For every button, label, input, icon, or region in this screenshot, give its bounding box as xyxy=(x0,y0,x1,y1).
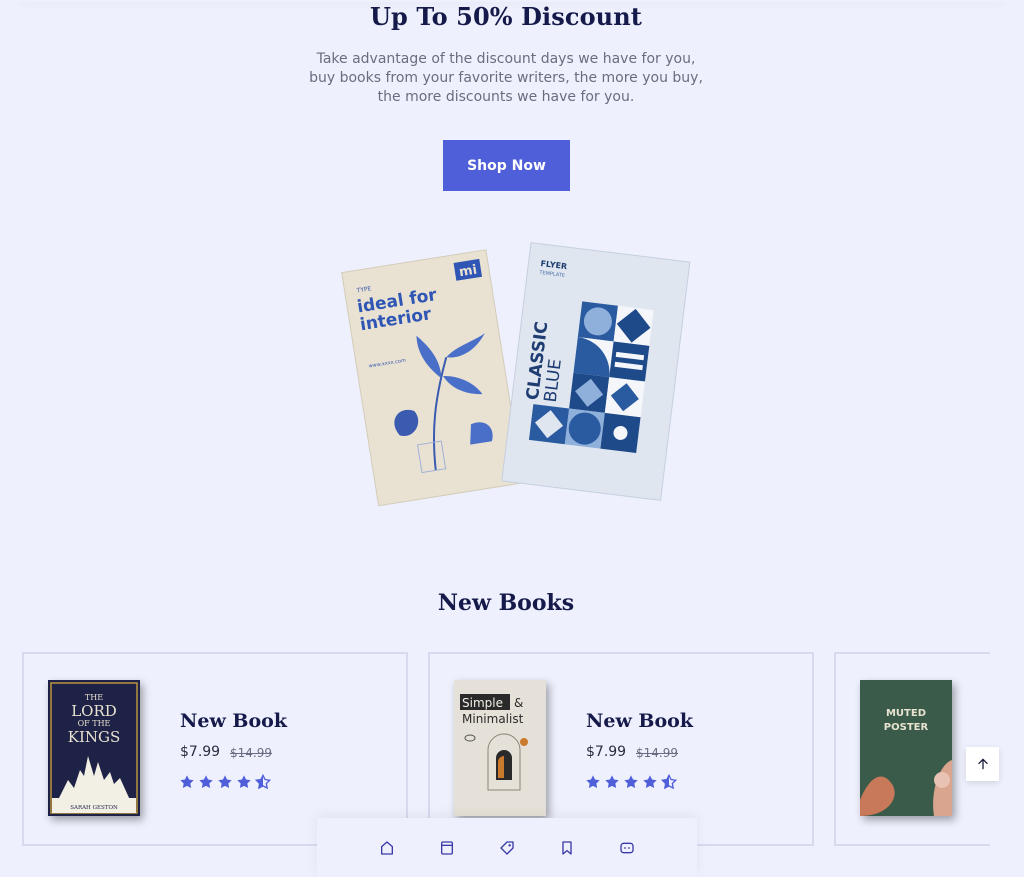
cover-text: THE xyxy=(85,693,103,702)
book-card[interactable]: Simple & Minimalist New Book $7.99 $14.9… xyxy=(428,652,814,846)
tag-icon xyxy=(500,840,514,855)
book-price: $7.99 xyxy=(180,744,221,760)
cover-text: Simple xyxy=(462,696,503,710)
scroll-to-top-button[interactable] xyxy=(966,747,999,781)
cover-text: & xyxy=(514,696,523,710)
hero-subtitle-line: the more discounts we have for you. xyxy=(377,89,635,105)
hero-subtitle-line: buy books from your favorite writers, th… xyxy=(309,70,703,86)
catalog-icon xyxy=(441,840,453,855)
shop-now-button[interactable]: Shop Now xyxy=(443,140,570,191)
star-icon xyxy=(586,775,600,788)
star-icon xyxy=(199,775,213,788)
book-cover[interactable]: Simple & Minimalist xyxy=(454,680,546,816)
nav-tags[interactable] xyxy=(498,839,516,857)
nav-bookmarks[interactable] xyxy=(558,839,576,857)
home-icon xyxy=(381,840,393,855)
book-old-price: $14.99 xyxy=(636,746,678,760)
new-books-heading: New Books xyxy=(437,590,575,616)
bookmark-icon xyxy=(562,840,572,855)
nav-catalog[interactable] xyxy=(438,839,456,857)
book-cover[interactable]: THE LORD OF THE KINGS SARAH GESTON xyxy=(48,680,140,816)
star-icon xyxy=(218,775,232,788)
cover-text: OF THE xyxy=(78,719,111,728)
star-half-icon xyxy=(661,774,677,790)
bottom-nav xyxy=(317,818,697,877)
left-book-brand: mi xyxy=(458,263,478,281)
rating-stars xyxy=(179,774,271,790)
book-title[interactable]: New Book xyxy=(586,710,693,732)
star-icon xyxy=(180,775,194,788)
star-half-icon xyxy=(255,774,271,790)
hero-books-image: TYPE ideal for interior mi www.xxxx.com … xyxy=(341,242,691,507)
chat-icon xyxy=(620,842,634,853)
book-cover[interactable]: MUTED POSTER xyxy=(860,680,952,816)
book-card[interactable]: THE LORD OF THE KINGS SARAH GESTON New B… xyxy=(22,652,408,846)
hero-subtitle: Take advantage of the discount days we h… xyxy=(0,50,1012,107)
hero-subtitle-line: Take advantage of the discount days we h… xyxy=(316,51,696,67)
hero-title: Up To 50% Discount xyxy=(370,2,642,31)
star-icon xyxy=(237,775,251,788)
rating-stars xyxy=(585,774,677,790)
book-title[interactable]: New Book xyxy=(180,710,287,732)
cover-text: KINGS xyxy=(68,728,121,746)
star-icon xyxy=(605,775,619,788)
book-price: $7.99 xyxy=(586,744,627,760)
book-old-price: $14.99 xyxy=(230,746,272,760)
arrow-up-icon xyxy=(977,758,988,770)
star-icon xyxy=(643,775,657,788)
cover-text: Minimalist xyxy=(462,712,524,726)
nav-chat[interactable] xyxy=(618,839,636,857)
star-icon xyxy=(624,775,638,788)
cover-text: MUTED xyxy=(886,708,926,719)
cover-text: LORD xyxy=(71,702,117,720)
cover-text: POSTER xyxy=(884,722,929,733)
nav-home[interactable] xyxy=(378,839,396,857)
cover-author: SARAH GESTON xyxy=(70,805,118,811)
